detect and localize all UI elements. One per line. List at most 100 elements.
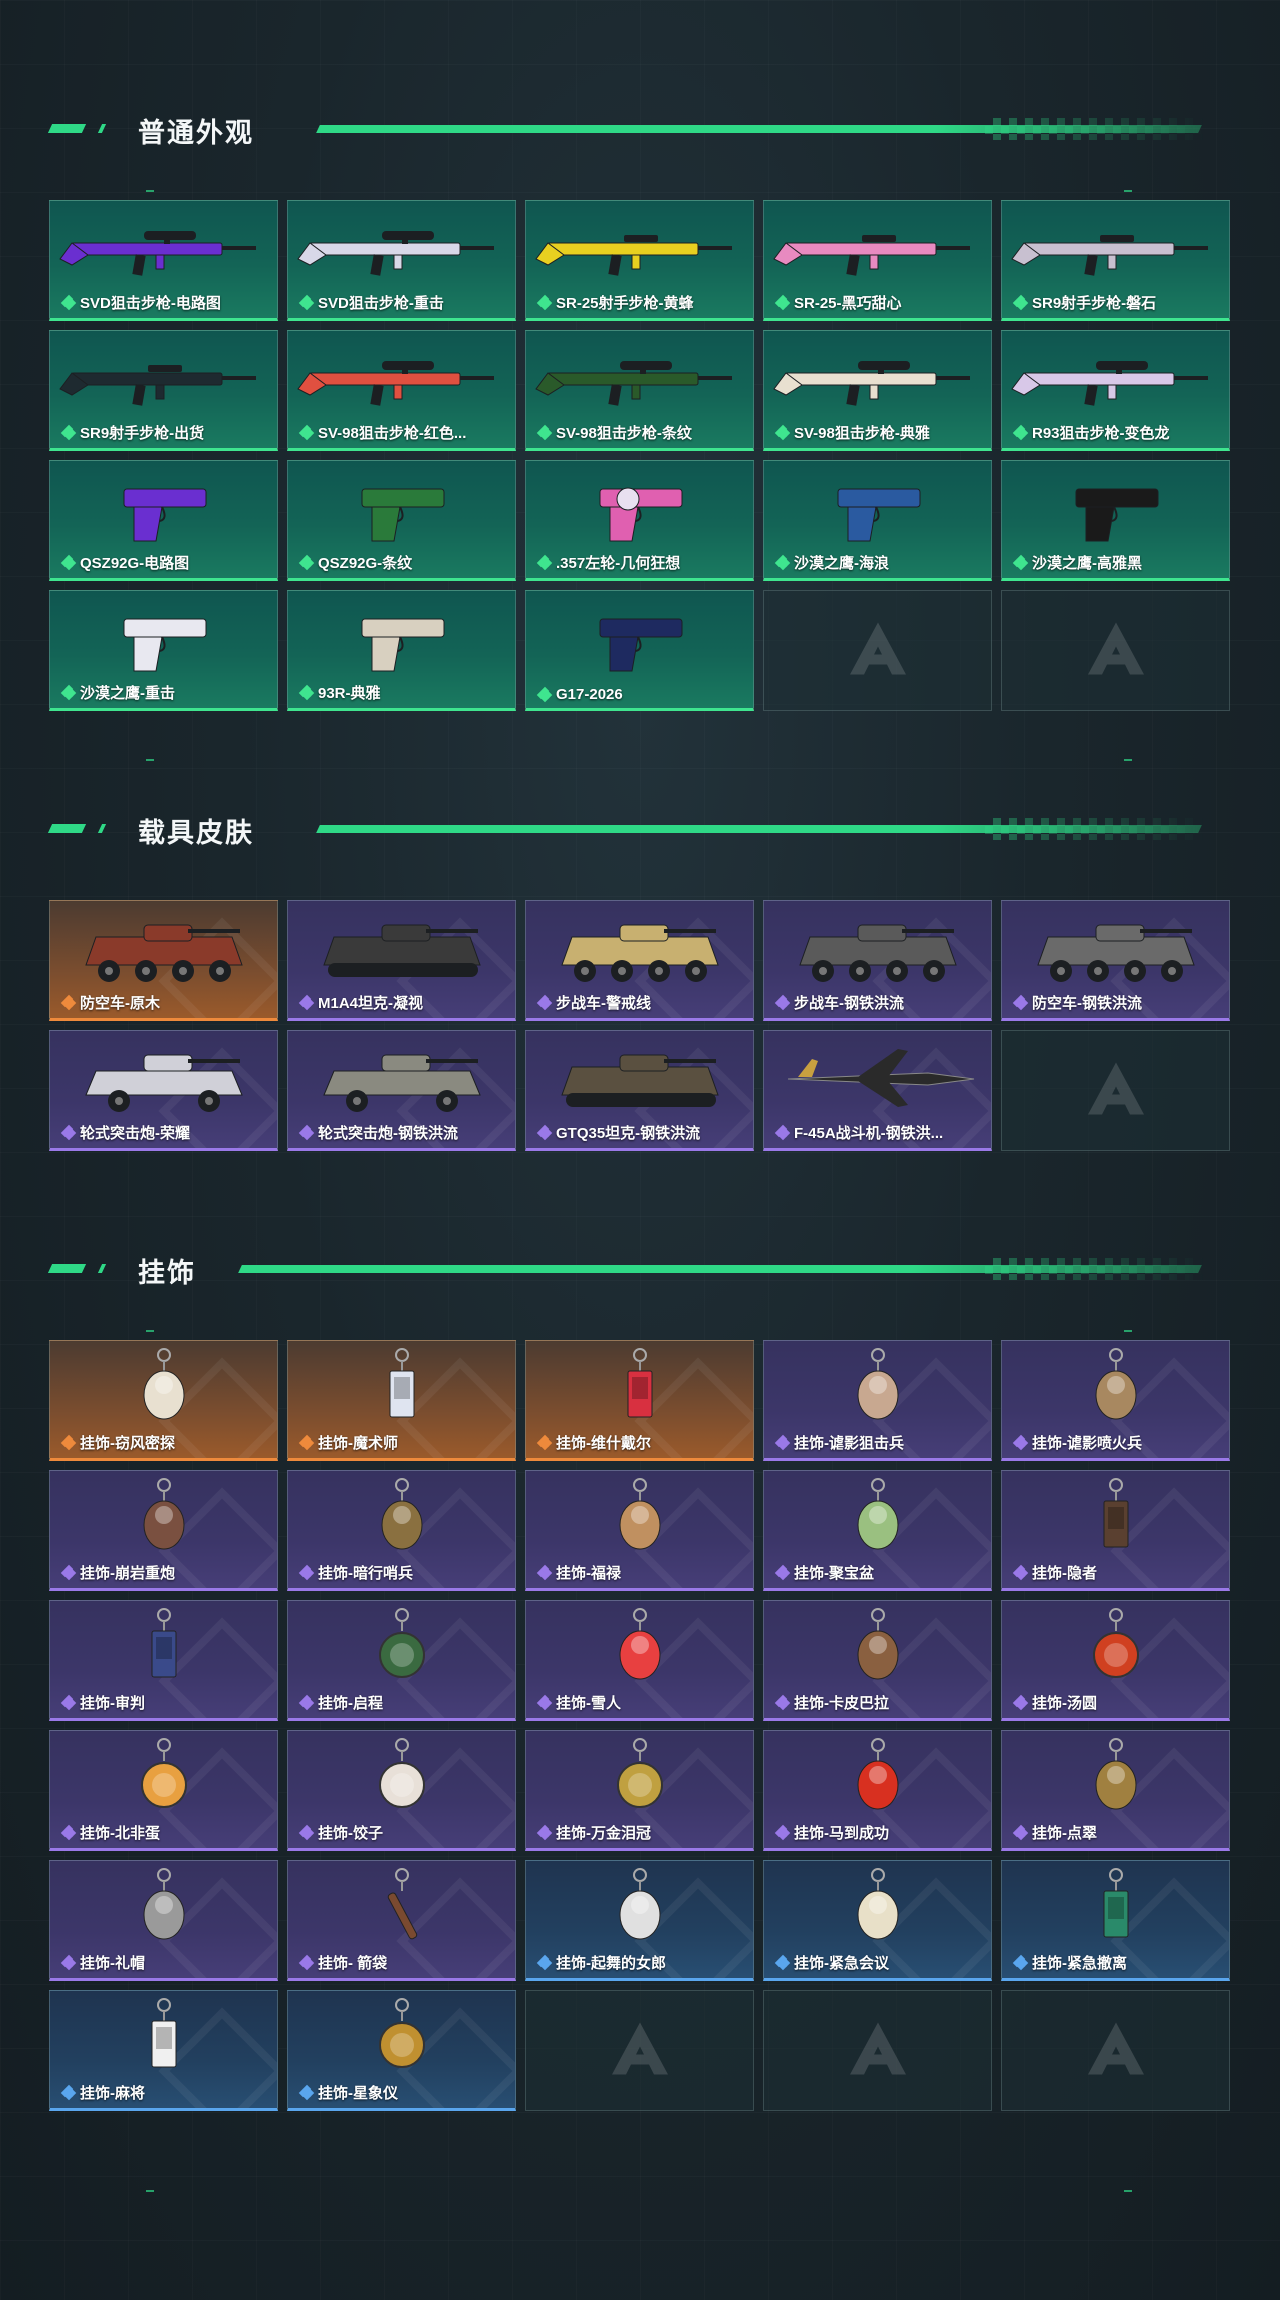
item-label: 挂饰-暗行哨兵 bbox=[298, 1562, 413, 1583]
item-card[interactable]: GTQ35坦克-钢铁洪流 bbox=[525, 1030, 754, 1151]
tank-icon bbox=[526, 1037, 753, 1117]
item-card[interactable]: 挂饰-谑影狙击兵 bbox=[763, 1340, 992, 1461]
item-label: 挂饰-马到成功 bbox=[774, 1822, 889, 1843]
item-card[interactable]: M1A4坦克-凝视 bbox=[287, 900, 516, 1021]
item-card[interactable]: 挂饰-魔术师 bbox=[287, 1340, 516, 1461]
item-card[interactable]: 轮式突击炮-钢铁洪流 bbox=[287, 1030, 516, 1151]
item-label: SV-98狙击步枪-典雅 bbox=[774, 422, 930, 443]
armored-vehicle-icon bbox=[764, 907, 991, 987]
item-card[interactable]: QSZ92G-条纹 bbox=[287, 460, 516, 581]
item-card[interactable]: 挂饰-崩岩重炮 bbox=[49, 1470, 278, 1591]
item-label: 挂饰-启程 bbox=[298, 1692, 383, 1713]
item-card[interactable]: 挂饰-星象仪 bbox=[287, 1990, 516, 2111]
item-card[interactable]: 挂饰-万金泪冠 bbox=[525, 1730, 754, 1851]
item-label: 挂饰-礼帽 bbox=[60, 1952, 145, 1973]
item-card[interactable]: SV-98狙击步枪-红色... bbox=[287, 330, 516, 451]
item-card[interactable]: F-45A战斗机-钢铁洪... bbox=[763, 1030, 992, 1151]
item-label: 挂饰-星象仪 bbox=[298, 2082, 398, 2103]
item-name: 挂饰-紧急撤离 bbox=[1032, 1955, 1127, 1972]
item-card[interactable]: SR-25射手步枪-黄蜂 bbox=[525, 200, 754, 321]
charm-round-icon bbox=[288, 1997, 515, 2077]
item-label: 挂饰-崩岩重炮 bbox=[60, 1562, 175, 1583]
item-card[interactable]: SR9射手步枪-出货 bbox=[49, 330, 278, 451]
item-label: 轮式突击炮-荣耀 bbox=[60, 1122, 190, 1143]
item-card[interactable]: 挂饰-紧急会议 bbox=[763, 1860, 992, 1981]
item-label: .357左轮-几何狂想 bbox=[536, 552, 680, 573]
item-card[interactable]: 挂饰-汤圆 bbox=[1001, 1600, 1230, 1721]
item-card[interactable]: SVD狙击步枪-重击 bbox=[287, 200, 516, 321]
item-card[interactable]: 挂饰-福禄 bbox=[525, 1470, 754, 1591]
item-card[interactable]: 挂饰-雪人 bbox=[525, 1600, 754, 1721]
item-card[interactable]: SVD狙击步枪-电路图 bbox=[49, 200, 278, 321]
rarity-diamond-icon bbox=[774, 424, 791, 441]
item-label: SVD狙击步枪-电路图 bbox=[60, 292, 221, 313]
item-card[interactable]: 挂饰-谑影喷火兵 bbox=[1001, 1340, 1230, 1461]
rarity-diamond-icon bbox=[60, 684, 77, 701]
item-card[interactable]: G17-2026 bbox=[525, 590, 754, 711]
item-card[interactable]: 挂饰-北非蛋 bbox=[49, 1730, 278, 1851]
charm-card-icon bbox=[50, 1997, 277, 2077]
rarity-diamond-icon bbox=[536, 1124, 553, 1141]
charm-round-icon bbox=[526, 1737, 753, 1817]
corner-tick bbox=[1124, 2190, 1132, 2192]
item-label: 挂饰-魔术师 bbox=[298, 1432, 398, 1453]
rarity-diamond-icon bbox=[1012, 1694, 1029, 1711]
item-card[interactable]: 挂饰-麻将 bbox=[49, 1990, 278, 2111]
rarity-diamond-icon bbox=[1012, 1434, 1029, 1451]
item-card[interactable]: 挂饰-窃风密探 bbox=[49, 1340, 278, 1461]
item-name: 挂饰-窃风密探 bbox=[80, 1435, 175, 1452]
item-label: SV-98狙击步枪-条纹 bbox=[536, 422, 692, 443]
item-label: 挂饰-饺子 bbox=[298, 1822, 383, 1843]
item-card[interactable]: 步战车-钢铁洪流 bbox=[763, 900, 992, 1021]
item-card[interactable]: 挂饰-礼帽 bbox=[49, 1860, 278, 1981]
item-card[interactable]: SV-98狙击步枪-条纹 bbox=[525, 330, 754, 451]
rarity-diamond-icon bbox=[774, 294, 791, 311]
item-card[interactable]: 挂饰-启程 bbox=[287, 1600, 516, 1721]
rarity-diamond-icon bbox=[60, 424, 77, 441]
item-card[interactable]: 沙漠之鹰-高雅黑 bbox=[1001, 460, 1230, 581]
item-label: 挂饰-麻将 bbox=[60, 2082, 145, 2103]
item-card[interactable]: SR-25-黑巧甜心 bbox=[763, 200, 992, 321]
item-card[interactable]: 挂饰-饺子 bbox=[287, 1730, 516, 1851]
rarity-diamond-icon bbox=[536, 1564, 553, 1581]
item-card[interactable]: 步战车-警戒线 bbox=[525, 900, 754, 1021]
item-card[interactable]: 防空车-钢铁洪流 bbox=[1001, 900, 1230, 1021]
game-logo-icon bbox=[1086, 1060, 1146, 1121]
item-card[interactable]: 挂饰-暗行哨兵 bbox=[287, 1470, 516, 1591]
item-card[interactable]: SR9射手步枪-磐石 bbox=[1001, 200, 1230, 321]
item-card[interactable]: 沙漠之鹰-海浪 bbox=[763, 460, 992, 581]
item-card[interactable]: 挂饰-紧急撤离 bbox=[1001, 1860, 1230, 1981]
item-name: SR-25射手步枪-黄蜂 bbox=[556, 295, 694, 312]
item-card[interactable]: 挂饰-聚宝盆 bbox=[763, 1470, 992, 1591]
item-card[interactable]: QSZ92G-电路图 bbox=[49, 460, 278, 581]
item-name: SV-98狙击步枪-典雅 bbox=[794, 425, 930, 442]
item-label: 挂饰-点翠 bbox=[1012, 1822, 1097, 1843]
item-card[interactable]: 防空车-原木 bbox=[49, 900, 278, 1021]
item-card[interactable]: 93R-典雅 bbox=[287, 590, 516, 711]
item-card[interactable]: 挂饰-隐者 bbox=[1001, 1470, 1230, 1591]
item-name: 挂饰-麻将 bbox=[80, 2085, 145, 2102]
rarity-diamond-icon bbox=[60, 1824, 77, 1841]
item-card[interactable]: 挂饰-维什戴尔 bbox=[525, 1340, 754, 1461]
item-label: 挂饰-聚宝盆 bbox=[774, 1562, 874, 1583]
item-card[interactable]: 挂饰-起舞的女郎 bbox=[525, 1860, 754, 1981]
item-card[interactable]: 挂饰-审判 bbox=[49, 1600, 278, 1721]
section-header-appearance: 普通外观 bbox=[0, 108, 1280, 148]
item-card[interactable]: SV-98狙击步枪-典雅 bbox=[763, 330, 992, 451]
item-card[interactable]: 挂饰- 箭袋 bbox=[287, 1860, 516, 1981]
item-card[interactable]: 挂饰-马到成功 bbox=[763, 1730, 992, 1851]
item-card[interactable]: R93狙击步枪-变色龙 bbox=[1001, 330, 1230, 451]
revolver-icon bbox=[526, 467, 753, 547]
item-card[interactable]: 轮式突击炮-荣耀 bbox=[49, 1030, 278, 1151]
item-label: SR-25射手步枪-黄蜂 bbox=[536, 292, 694, 313]
charm-card-icon bbox=[1002, 1867, 1229, 1947]
item-card[interactable]: .357左轮-几何狂想 bbox=[525, 460, 754, 581]
item-name: 挂饰-启程 bbox=[318, 1695, 383, 1712]
rarity-diamond-icon bbox=[1012, 424, 1029, 441]
item-card[interactable]: 挂饰-点翠 bbox=[1001, 1730, 1230, 1851]
item-card[interactable]: 沙漠之鹰-重击 bbox=[49, 590, 278, 711]
rarity-diamond-icon bbox=[298, 294, 315, 311]
item-name: 挂饰-聚宝盆 bbox=[794, 1565, 874, 1582]
empty-slot-card bbox=[525, 1990, 754, 2111]
item-card[interactable]: 挂饰-卡皮巴拉 bbox=[763, 1600, 992, 1721]
